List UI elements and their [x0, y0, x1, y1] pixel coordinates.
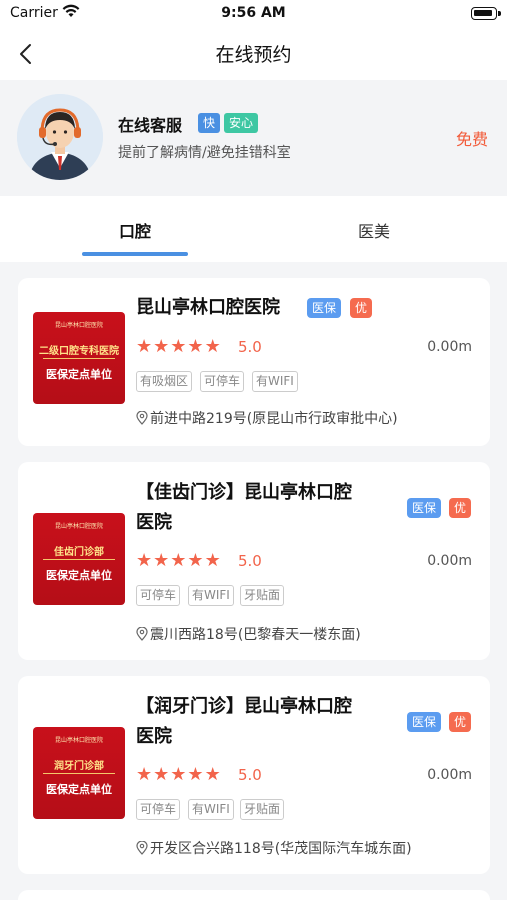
feature-tag: 牙贴面: [240, 799, 285, 820]
insurance-badge: 医保: [307, 298, 342, 318]
feature-tag: 可停车: [136, 799, 181, 820]
reassuring-tag: 安心: [224, 113, 259, 133]
thumbnail-divider: [43, 773, 115, 774]
star-icon: ★: [153, 336, 170, 357]
agent-avatar-icon: [17, 94, 103, 180]
star-icon: ★: [170, 336, 187, 357]
clinic-thumbnail: 昆山亭林口腔医院 二级口腔专科医院 医保定点单位: [33, 312, 125, 404]
star-icon: ★: [187, 550, 204, 571]
thumbnail-divider: [43, 559, 115, 560]
thumbnail-title: 佳齿门诊部: [54, 547, 104, 558]
clinic-thumbnail: 昆山亭林口腔医院 佳齿门诊部 医保定点单位: [33, 513, 125, 605]
premium-badge: 优: [350, 298, 373, 318]
distance: 0.00m: [427, 767, 472, 783]
page-title: 在线预约: [215, 44, 292, 66]
star-icon: ★: [204, 550, 221, 571]
feature-tag: 牙贴面: [240, 585, 285, 606]
rating-value: 5.0: [238, 552, 262, 570]
star-icon: ★: [170, 550, 187, 571]
clinic-address: 前进中路219号(原昆山市行政审批中心): [136, 408, 398, 428]
address-text: 开发区合兴路118号(华茂国际汽车城东面): [150, 841, 412, 857]
clinic-name: 【佳齿门诊】昆山亭林口腔 医院: [136, 478, 352, 538]
premium-badge: 优: [449, 712, 472, 732]
status-bar: Carrier 9:56 AM: [0, 0, 507, 28]
feature-tag: 有WIFI: [252, 371, 298, 392]
thumbnail-title: 二级口腔专科医院: [39, 346, 119, 357]
clinic-card[interactable]: 昆山亭林口腔医院 二级口腔专科医院 医保定点单位 昆山亭林口腔医院 医保 优 ★…: [18, 278, 490, 446]
feature-tag: 有WIFI: [188, 799, 234, 820]
battery-icon: [471, 7, 501, 20]
clinic-name-line2: 医院: [136, 512, 172, 533]
star-icon: ★: [153, 550, 170, 571]
clinic-card[interactable]: 昆山亭林口腔医院 佳齿门诊部 医保定点单位 【佳齿门诊】昆山亭林口腔 医院 医保…: [18, 462, 490, 660]
distance: 0.00m: [427, 553, 472, 569]
premium-badge: 优: [449, 498, 472, 518]
active-tab-indicator: [82, 252, 188, 256]
location-pin-icon: [136, 841, 148, 855]
category-tabs: 口腔 医美: [0, 196, 507, 262]
insurance-badge: 医保: [407, 498, 442, 518]
clinic-card[interactable]: [18, 890, 490, 900]
insurance-badge: 医保: [407, 712, 442, 732]
nav-bar: 在线预约: [0, 28, 507, 80]
feature-tag: 可停车: [200, 371, 245, 392]
fast-tag: 快: [198, 113, 221, 133]
thumbnail-logo: 昆山亭林口腔医院: [54, 523, 103, 530]
clinic-name-line1: 【润牙门诊】昆山亭林口腔: [136, 696, 352, 717]
star-icon: ★: [136, 550, 153, 571]
feature-tag: 有WIFI: [188, 585, 234, 606]
thumbnail-subtitle: 医保定点单位: [46, 569, 112, 582]
clinic-card[interactable]: 昆山亭林口腔医院 润牙门诊部 医保定点单位 【润牙门诊】昆山亭林口腔 医院 医保…: [18, 676, 490, 874]
service-name: 在线客服: [118, 116, 183, 135]
star-icon: ★: [204, 336, 221, 357]
thumbnail-divider: [43, 358, 115, 359]
clinic-name-line1: 【佳齿门诊】昆山亭林口腔: [136, 482, 352, 503]
clinic-name: 【润牙门诊】昆山亭林口腔 医院: [136, 692, 352, 752]
address-text: 前进中路219号(原昆山市行政审批中心): [150, 411, 398, 427]
star-icon: ★: [136, 336, 153, 357]
clinic-thumbnail: 昆山亭林口腔医院 润牙门诊部 医保定点单位: [33, 727, 125, 819]
rating-value: 5.0: [238, 766, 262, 784]
star-icon: ★: [136, 764, 153, 785]
clinic-name: 昆山亭林口腔医院: [136, 297, 280, 318]
thumbnail-logo: 昆山亭林口腔医院: [54, 737, 103, 744]
distance: 0.00m: [427, 339, 472, 355]
star-icon: ★: [170, 764, 187, 785]
feature-tag: 有吸烟区: [136, 371, 193, 392]
star-icon: ★: [187, 764, 204, 785]
star-rating: ★★★★★: [136, 551, 222, 571]
tab-aesthetic[interactable]: 医美: [314, 218, 434, 242]
star-icon: ★: [153, 764, 170, 785]
service-subtitle: 提前了解病情/避免挂错科室: [118, 145, 291, 161]
star-icon: ★: [204, 764, 221, 785]
location-pin-icon: [136, 411, 148, 425]
star-rating: ★★★★★: [136, 337, 222, 357]
thumbnail-logo: 昆山亭林口腔医院: [54, 322, 103, 329]
free-label[interactable]: 免费: [456, 126, 488, 150]
clinic-name-line2: 医院: [136, 726, 172, 747]
thumbnail-subtitle: 医保定点单位: [46, 783, 112, 796]
online-service-banner[interactable]: 在线客服 快 安心 提前了解病情/避免挂错科室 免费: [0, 80, 507, 196]
location-pin-icon: [136, 627, 148, 641]
thumbnail-subtitle: 医保定点单位: [46, 368, 112, 381]
clinic-address: 震川西路18号(巴黎春天一楼东面): [136, 624, 361, 644]
clock: 9:56 AM: [221, 5, 286, 21]
feature-tag: 可停车: [136, 585, 181, 606]
tab-dental[interactable]: 口腔: [75, 218, 195, 242]
thumbnail-title: 润牙门诊部: [54, 761, 104, 772]
service-avatar: [17, 94, 103, 180]
star-rating: ★★★★★: [136, 765, 222, 785]
star-icon: ★: [187, 336, 204, 357]
rating-value: 5.0: [238, 338, 262, 356]
address-text: 震川西路18号(巴黎春天一楼东面): [150, 627, 361, 643]
clinic-address: 开发区合兴路118号(华茂国际汽车城东面): [136, 838, 412, 858]
